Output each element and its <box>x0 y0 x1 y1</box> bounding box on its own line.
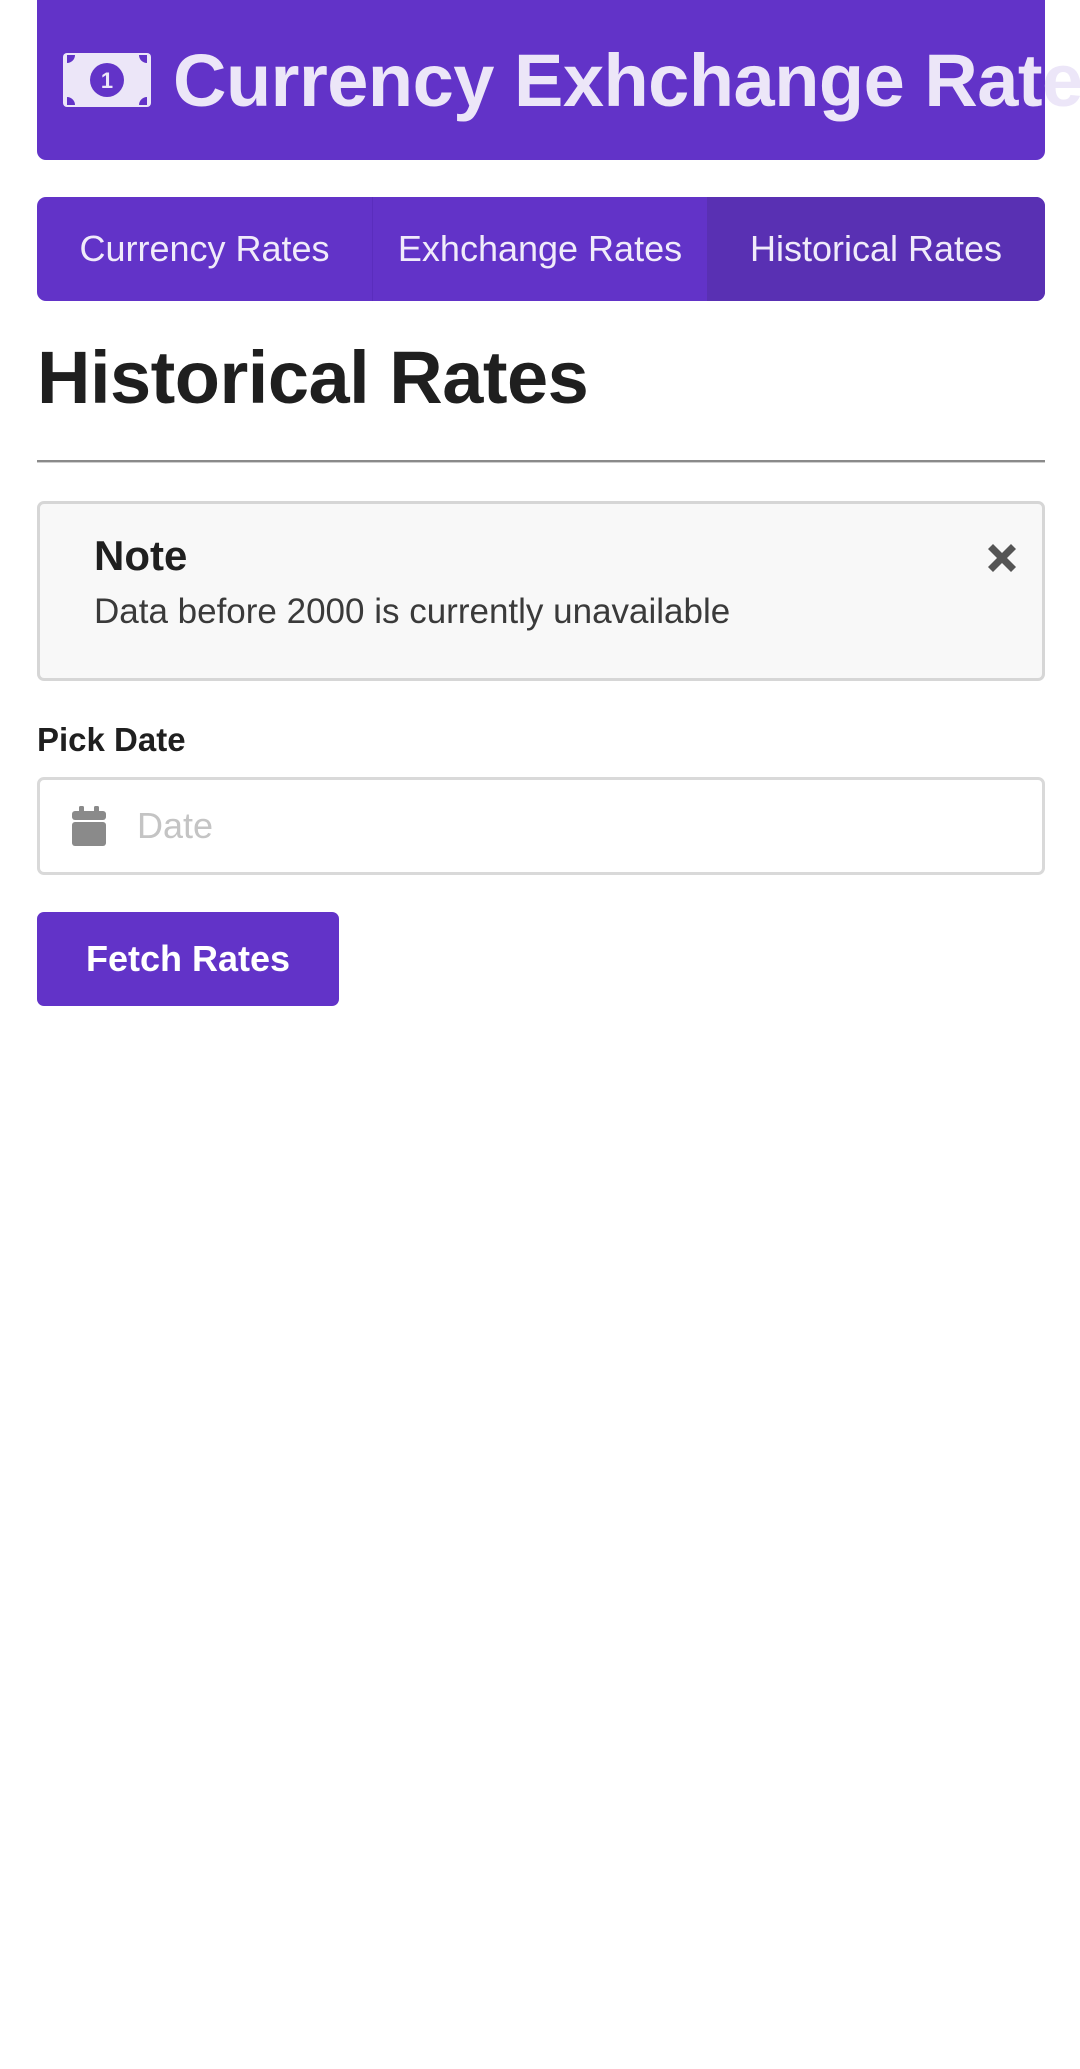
tab-exchange-rates[interactable]: Exhchange Rates <box>372 197 707 301</box>
date-input[interactable] <box>40 780 1042 872</box>
close-icon[interactable] <box>982 538 1022 578</box>
nav-tabs: Currency Rates Exhchange Rates Historica… <box>37 197 1045 301</box>
app-title: Currency Exhchange Rate <box>173 38 1080 122</box>
note-title: Note <box>94 532 188 579</box>
money-bill-icon: 1 <box>61 51 153 109</box>
fetch-rates-button[interactable]: Fetch Rates <box>37 912 339 1006</box>
page: 1 Currency Exhchange Rate Currency Rates… <box>0 0 1080 2069</box>
divider <box>37 460 1045 463</box>
page-title: Historical Rates <box>37 336 589 419</box>
date-field-label: Pick Date <box>37 721 186 758</box>
date-field <box>37 777 1045 875</box>
tab-historical-rates[interactable]: Historical Rates <box>707 197 1045 301</box>
note-message: Note Data before 2000 is currently unava… <box>37 501 1045 681</box>
tab-currency-rates[interactable]: Currency Rates <box>37 197 372 301</box>
svg-text:1: 1 <box>101 68 113 93</box>
note-text: Data before 2000 is currently unavailabl… <box>94 592 731 631</box>
calendar-icon <box>72 806 106 851</box>
app-header: 1 Currency Exhchange Rate <box>37 0 1080 160</box>
